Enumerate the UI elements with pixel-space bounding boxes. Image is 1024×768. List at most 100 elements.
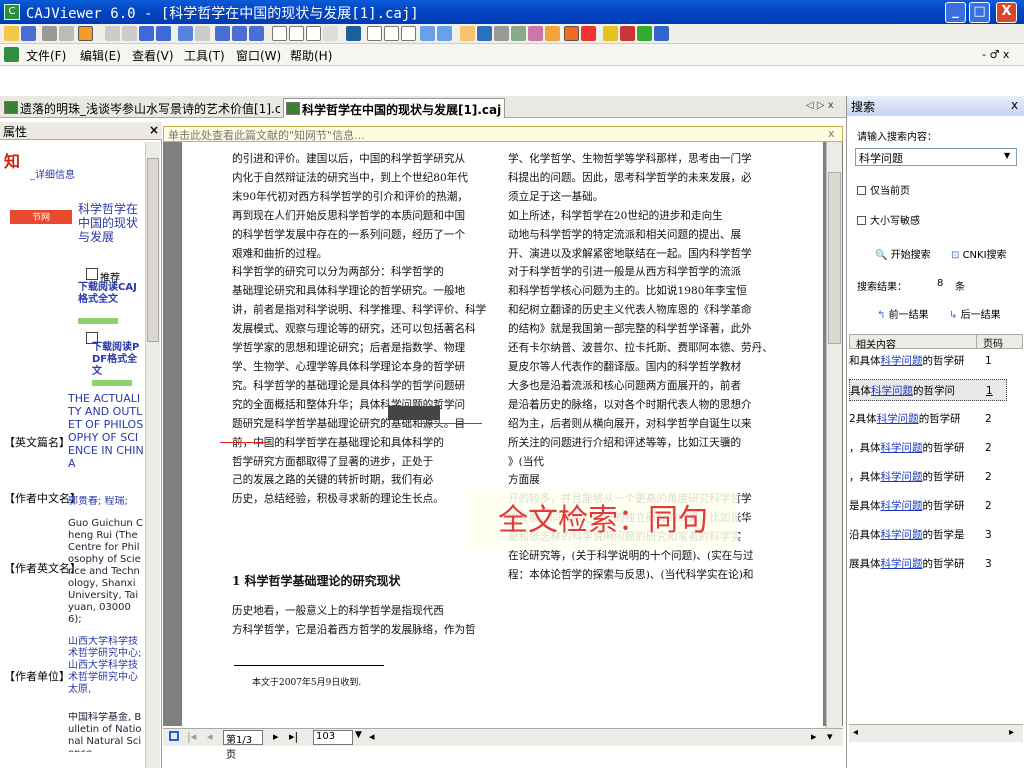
menu-view[interactable]: 查看(V) xyxy=(132,47,174,64)
checkbox-icon[interactable] xyxy=(857,216,866,225)
back-icon[interactable] xyxy=(178,26,193,41)
snapshot-icon[interactable] xyxy=(528,26,543,41)
col-page[interactable]: 页码 xyxy=(976,335,1003,350)
save-icon[interactable] xyxy=(21,26,36,41)
minimize-button[interactable]: _ xyxy=(945,2,966,23)
zoom-in-icon[interactable] xyxy=(420,26,435,41)
underline-icon[interactable] xyxy=(603,26,618,41)
hand-icon[interactable] xyxy=(460,26,475,41)
search-panel-close-icon[interactable]: x xyxy=(1011,98,1018,112)
opt-case-sensitive[interactable]: 大小写敏感 xyxy=(857,212,920,227)
start-search-button[interactable]: 🔍 开始搜索 xyxy=(875,246,931,261)
page-indicator[interactable]: 第1/3页 xyxy=(223,730,263,761)
open-icon[interactable] xyxy=(4,26,19,41)
pdf-progress-bar xyxy=(92,380,132,386)
scroll-left-icon[interactable]: ◂ xyxy=(369,730,375,743)
strike-icon[interactable] xyxy=(620,26,635,41)
undo-icon[interactable] xyxy=(232,26,247,41)
image-icon[interactable] xyxy=(511,26,526,41)
prev-page-button[interactable]: ◂ xyxy=(207,730,213,743)
properties-close-icon[interactable]: × xyxy=(149,123,159,137)
layout-icon[interactable] xyxy=(323,26,338,41)
first-page-icon[interactable] xyxy=(105,26,120,41)
zoom-out-icon[interactable] xyxy=(437,26,452,41)
copy-icon[interactable] xyxy=(59,26,74,41)
page-mode-icon[interactable] xyxy=(169,731,179,741)
prev-page-icon[interactable] xyxy=(122,26,137,41)
info-bar-close-icon[interactable]: x xyxy=(828,127,835,140)
menu-help[interactable]: 帮助(H) xyxy=(290,47,332,64)
result-row[interactable]: ，具体科学问题的哲学研 2 xyxy=(849,437,1007,459)
single-page-icon[interactable] xyxy=(272,26,287,41)
note-icon[interactable] xyxy=(545,26,560,41)
result-row[interactable]: 和具体科学问题的哲学研 1 xyxy=(849,350,1007,372)
find-icon[interactable] xyxy=(215,26,230,41)
print-icon[interactable] xyxy=(42,26,57,41)
cnki-search-button[interactable]: ⊡ CNKI搜索 xyxy=(951,246,1007,261)
properties-scrollbar[interactable] xyxy=(145,142,160,768)
maximize-button[interactable]: □ xyxy=(969,2,990,23)
result-row[interactable]: 展具体科学问题的哲学研 3 xyxy=(849,553,1007,575)
close-button[interactable]: X xyxy=(996,2,1017,23)
text-line: 大多也是沿着流派和核心问题两方面展开的，前者 xyxy=(508,379,742,392)
actual-size-icon[interactable] xyxy=(367,26,382,41)
forward-icon[interactable] xyxy=(195,26,210,41)
result-row[interactable]: 具体科学问题的哲学问 1 xyxy=(849,379,1007,401)
results-scrollbar[interactable]: ◂ ▸ xyxy=(849,724,1023,742)
tab-nav-controls[interactable]: ◁ ▷ x xyxy=(806,100,834,111)
table-icon[interactable] xyxy=(494,26,509,41)
prev-result-button[interactable]: ↰ 前一结果 xyxy=(877,306,929,321)
result-row[interactable]: ，具体科学问题的哲学研 2 xyxy=(849,466,1007,488)
text-select-icon[interactable] xyxy=(78,26,93,41)
last-page-button[interactable]: ▸| xyxy=(289,730,298,743)
scroll-left-icon[interactable]: ◂ xyxy=(853,727,858,738)
mdi-controls[interactable]: - ♂ x xyxy=(982,48,1009,61)
menu-edit[interactable]: 编辑(E) xyxy=(80,47,121,64)
result-row[interactable]: 2具体科学问题的哲学研 2 xyxy=(849,408,1007,430)
opt-current-page[interactable]: 仅当前页 xyxy=(857,182,910,197)
field-value-cn-author[interactable]: 郭贵春; 程瑞; xyxy=(68,496,144,510)
result-row[interactable]: 沿具体科学问题的哲学是 3 xyxy=(849,524,1007,546)
download-caj-link[interactable]: 下载阅读CAJ格式全文 xyxy=(78,282,142,306)
checkbox-icon[interactable] xyxy=(857,186,866,195)
fit-page-icon[interactable] xyxy=(384,26,399,41)
tab-document-1[interactable]: 遗落的明珠_浅谈岑参山水写景诗的艺术价值[1].caj xyxy=(2,98,280,118)
scroll-right-icon[interactable]: ▸ xyxy=(811,730,817,743)
article-title-link[interactable]: 科学哲学在中国的现状与发展 xyxy=(78,202,142,244)
text-icon[interactable] xyxy=(477,26,492,41)
result-pre: ，具体 xyxy=(849,471,881,483)
download-pdf-link[interactable]: 下载阅读PDF格式全文 xyxy=(92,342,142,378)
field-value-affiliation[interactable]: 山西大学科学技术哲学研究中心;山西大学科学技术哲学研究中心 太原, xyxy=(68,636,144,708)
col-content[interactable]: 相关内容 xyxy=(856,336,896,351)
menu-window[interactable]: 窗口(W) xyxy=(236,47,281,64)
knowledge-node-bar[interactable]: 单击此处查看此篇文献的"知网节"信息... x xyxy=(163,126,843,142)
next-result-button[interactable]: ↳ 后一结果 xyxy=(949,306,1001,321)
result-row[interactable]: 是具体科学问题的哲学研 2 xyxy=(849,495,1007,517)
search-dropdown-icon[interactable]: ▼ xyxy=(1004,151,1010,160)
scroll-right-icon[interactable]: ▸ xyxy=(1009,727,1014,738)
next-page-button[interactable]: ▸ xyxy=(273,730,279,743)
mark-icon[interactable] xyxy=(637,26,652,41)
full-screen-icon[interactable] xyxy=(346,26,361,41)
menu-tools[interactable]: 工具(T) xyxy=(184,47,225,64)
tab-document-2[interactable]: 科学哲学在中国的现状与发展[1].caj xyxy=(283,98,505,118)
zoom-field[interactable]: 103 xyxy=(313,730,353,745)
scroll-right-end-icon[interactable]: ▾ xyxy=(827,730,833,743)
pen-icon[interactable] xyxy=(581,26,596,41)
zoom-dropdown-icon[interactable]: ▼ xyxy=(355,730,362,740)
text-line: 夏皮尔等人代表作的翻译版。国内的科学哲学教材 xyxy=(508,360,742,373)
continuous-icon[interactable] xyxy=(306,26,321,41)
double-page-icon[interactable] xyxy=(289,26,304,41)
redo-icon[interactable] xyxy=(249,26,264,41)
details-link[interactable]: _详细信息 xyxy=(30,166,75,181)
download-icon[interactable] xyxy=(654,26,669,41)
last-page-icon[interactable] xyxy=(156,26,171,41)
search-input[interactable]: 科学问题 ▼ xyxy=(855,148,1017,166)
first-page-button[interactable]: |◂ xyxy=(187,730,196,743)
search-query: 科学问题 xyxy=(859,152,903,165)
document-scrollbar[interactable] xyxy=(826,142,842,728)
fit-width-icon[interactable] xyxy=(401,26,416,41)
highlight-icon[interactable] xyxy=(564,26,579,41)
menu-file[interactable]: 文件(F) xyxy=(26,47,66,64)
next-page-icon[interactable] xyxy=(139,26,154,41)
